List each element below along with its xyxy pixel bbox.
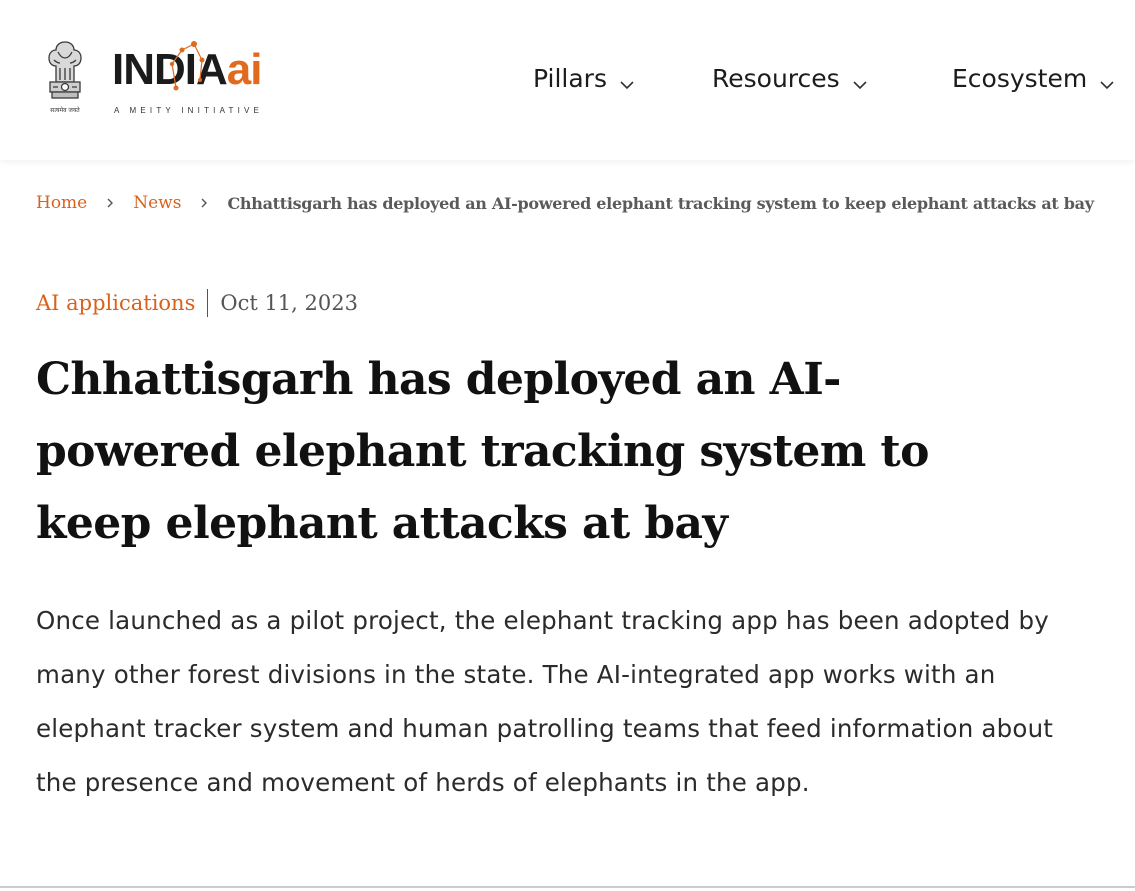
brand-logo: INDIAai A MEITY INITIATIVE xyxy=(112,40,272,120)
article-meta: AI applications Oct 11, 2023 xyxy=(36,286,358,320)
chevron-down-icon xyxy=(852,70,868,90)
article-date: Oct 11, 2023 xyxy=(220,291,358,315)
breadcrumb-home-link[interactable]: Home xyxy=(36,193,87,213)
emblem-caption: सत्यमेव जयते xyxy=(50,106,80,114)
chevron-down-icon xyxy=(1099,70,1115,90)
breadcrumb: Home News Chhattisgarh has deployed an A… xyxy=(36,190,1094,216)
brand-tagline: A MEITY INITIATIVE xyxy=(114,106,264,115)
article-category-link[interactable]: AI applications xyxy=(36,291,195,315)
national-emblem-icon: सत्यमेव जयते xyxy=(42,38,88,116)
chevron-down-icon xyxy=(619,70,635,90)
nav-item-pillars[interactable]: Pillars xyxy=(533,64,635,93)
brand-name-ai: ai xyxy=(226,45,263,94)
chevron-right-icon xyxy=(105,194,115,213)
nav-item-label: Ecosystem xyxy=(952,63,1088,93)
breadcrumb-current-page: Chhattisgarh has deployed an AI-powered … xyxy=(227,193,1094,213)
network-dots-icon xyxy=(169,41,205,91)
nav-item-ecosystem[interactable]: Ecosystem xyxy=(952,64,1115,93)
logo-link[interactable]: सत्यमेव जयते INDIAai A MEITY INITIATIVE xyxy=(42,38,262,118)
article-title: Chhattisgarh has deployed an AI-powered … xyxy=(36,354,930,549)
divider xyxy=(0,886,1135,888)
article-summary: Once launched as a pilot project, the el… xyxy=(36,606,1054,797)
nav-item-resources[interactable]: Resources xyxy=(712,64,868,93)
breadcrumb-news-link[interactable]: News xyxy=(133,193,181,213)
nav-item-label: Resources xyxy=(712,63,840,93)
meta-divider xyxy=(207,289,209,317)
chevron-right-icon xyxy=(199,194,209,213)
nav-item-label: Pillars xyxy=(533,63,607,93)
site-header: सत्यमेव जयते INDIAai A MEITY INITIATIVE … xyxy=(0,0,1135,160)
